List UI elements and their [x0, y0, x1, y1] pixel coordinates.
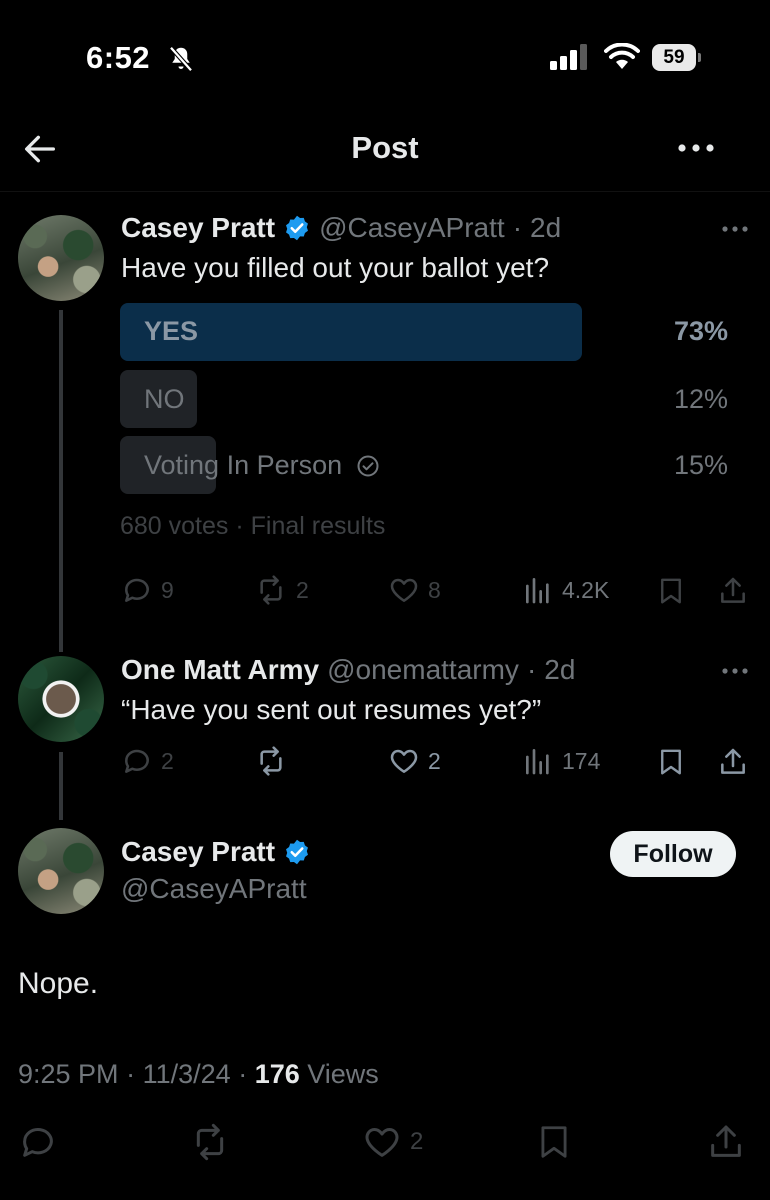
- poll-post-header: Casey Pratt @CaseyAPratt · 2d: [121, 212, 561, 244]
- repost-button[interactable]: 2: [254, 574, 309, 606]
- views-count[interactable]: 176: [255, 1059, 300, 1089]
- views-button[interactable]: 4.2K: [522, 574, 609, 606]
- like-count: 2: [410, 1128, 424, 1155]
- author-handle[interactable]: @onemattarmy: [327, 654, 519, 686]
- check-circle-icon: [357, 455, 379, 476]
- author-name[interactable]: Casey Pratt: [121, 212, 275, 244]
- repost-button[interactable]: [254, 745, 296, 777]
- post-more-icon[interactable]: [721, 666, 749, 676]
- bookmark-icon[interactable]: [656, 745, 686, 779]
- poll-option-label: NO: [144, 384, 185, 414]
- reply-post-header: One Matt Army @onemattarmy · 2d: [121, 654, 575, 686]
- verified-badge-icon: [286, 215, 309, 241]
- share-icon[interactable]: [717, 574, 749, 608]
- thread-connector: [59, 752, 63, 820]
- bookmark-icon[interactable]: [656, 574, 686, 608]
- wifi-icon: [604, 43, 640, 69]
- battery-tip: [698, 53, 701, 62]
- poll-option-percent: 15%: [673, 450, 728, 480]
- post-date[interactable]: 11/3/24: [143, 1059, 231, 1089]
- poll-footer: 680 votes · Final results: [120, 512, 386, 540]
- views-button[interactable]: 174: [522, 745, 600, 777]
- separator-dot: ·: [126, 1059, 143, 1089]
- reply-icon: [125, 749, 149, 773]
- separator-dot: ·: [526, 654, 537, 685]
- repost-icon: [260, 746, 282, 776]
- post-age: 2d: [544, 654, 576, 685]
- status-time: 6:52: [86, 40, 151, 75]
- post-more-icon[interactable]: [721, 224, 749, 234]
- view-count: 4.2K: [562, 576, 610, 603]
- avatar-casey-pratt[interactable]: [18, 828, 104, 914]
- verified-badge-icon: [286, 839, 309, 865]
- share-icon[interactable]: [717, 745, 749, 779]
- like-count: 8: [428, 576, 441, 603]
- avatar-one-matt-army[interactable]: [18, 656, 104, 742]
- page-title: Post: [351, 130, 419, 165]
- repost-icon[interactable]: [188, 1122, 232, 1162]
- reply-icon[interactable]: [18, 1122, 58, 1162]
- poll-question: Have you filled out your ballot yet?: [121, 252, 550, 283]
- post-age: 2d: [530, 212, 562, 243]
- separator-dot: ·: [512, 212, 523, 243]
- poll-option-label-row: Voting In Person: [144, 450, 380, 481]
- author-handle[interactable]: @CaseyAPratt: [121, 873, 307, 905]
- like-button[interactable]: 2: [388, 745, 441, 777]
- share-icon[interactable]: [706, 1120, 746, 1164]
- heart-icon: [390, 578, 418, 602]
- analytics-icon: [526, 749, 549, 775]
- more-options-icon[interactable]: [676, 140, 716, 156]
- battery-level: 59: [652, 44, 696, 71]
- view-count: 174: [562, 747, 601, 774]
- bell-muted-icon: [169, 46, 193, 72]
- separator-dot: ·: [238, 1059, 255, 1089]
- follow-button[interactable]: Follow: [610, 831, 736, 877]
- poll-option-percent: 12%: [673, 384, 728, 414]
- bookmark-icon[interactable]: [535, 1120, 573, 1164]
- post-time[interactable]: 9:25 PM: [18, 1059, 119, 1089]
- author-name[interactable]: Casey Pratt: [121, 836, 275, 868]
- like-count: 2: [428, 747, 441, 774]
- reply-button[interactable]: 2: [121, 745, 174, 777]
- author-name[interactable]: One Matt Army: [121, 654, 319, 686]
- header-divider: [0, 191, 770, 192]
- main-post-text: Nope.: [18, 967, 99, 1000]
- like-button[interactable]: 2: [362, 1122, 423, 1162]
- battery-indicator: 59: [652, 44, 702, 71]
- post-meta: 9:25 PM · 11/3/24 · 176 Views: [18, 1059, 379, 1090]
- main-post-author: Casey Pratt: [121, 836, 311, 868]
- reply-count: 9: [161, 576, 174, 603]
- reply-button[interactable]: 9: [121, 574, 174, 606]
- like-button[interactable]: 8: [388, 574, 441, 606]
- repost-count: 2: [296, 576, 309, 603]
- analytics-icon: [526, 578, 549, 604]
- views-label: Views: [307, 1059, 379, 1089]
- reply-count: 2: [161, 747, 174, 774]
- thread-connector: [59, 310, 63, 652]
- avatar-casey-pratt[interactable]: [18, 215, 104, 301]
- poll-option-percent: 73%: [673, 316, 728, 346]
- poll-option-label: Voting In Person: [144, 450, 343, 480]
- heart-icon: [390, 749, 418, 773]
- poll-option-label: YES: [144, 316, 199, 346]
- reply-icon: [125, 578, 149, 602]
- cellular-signal-icon: [550, 44, 587, 70]
- reply-text: “Have you sent out resumes yet?”: [121, 694, 542, 725]
- author-handle[interactable]: @CaseyAPratt: [319, 212, 505, 244]
- heart-icon: [365, 1128, 399, 1157]
- repost-icon: [260, 575, 282, 605]
